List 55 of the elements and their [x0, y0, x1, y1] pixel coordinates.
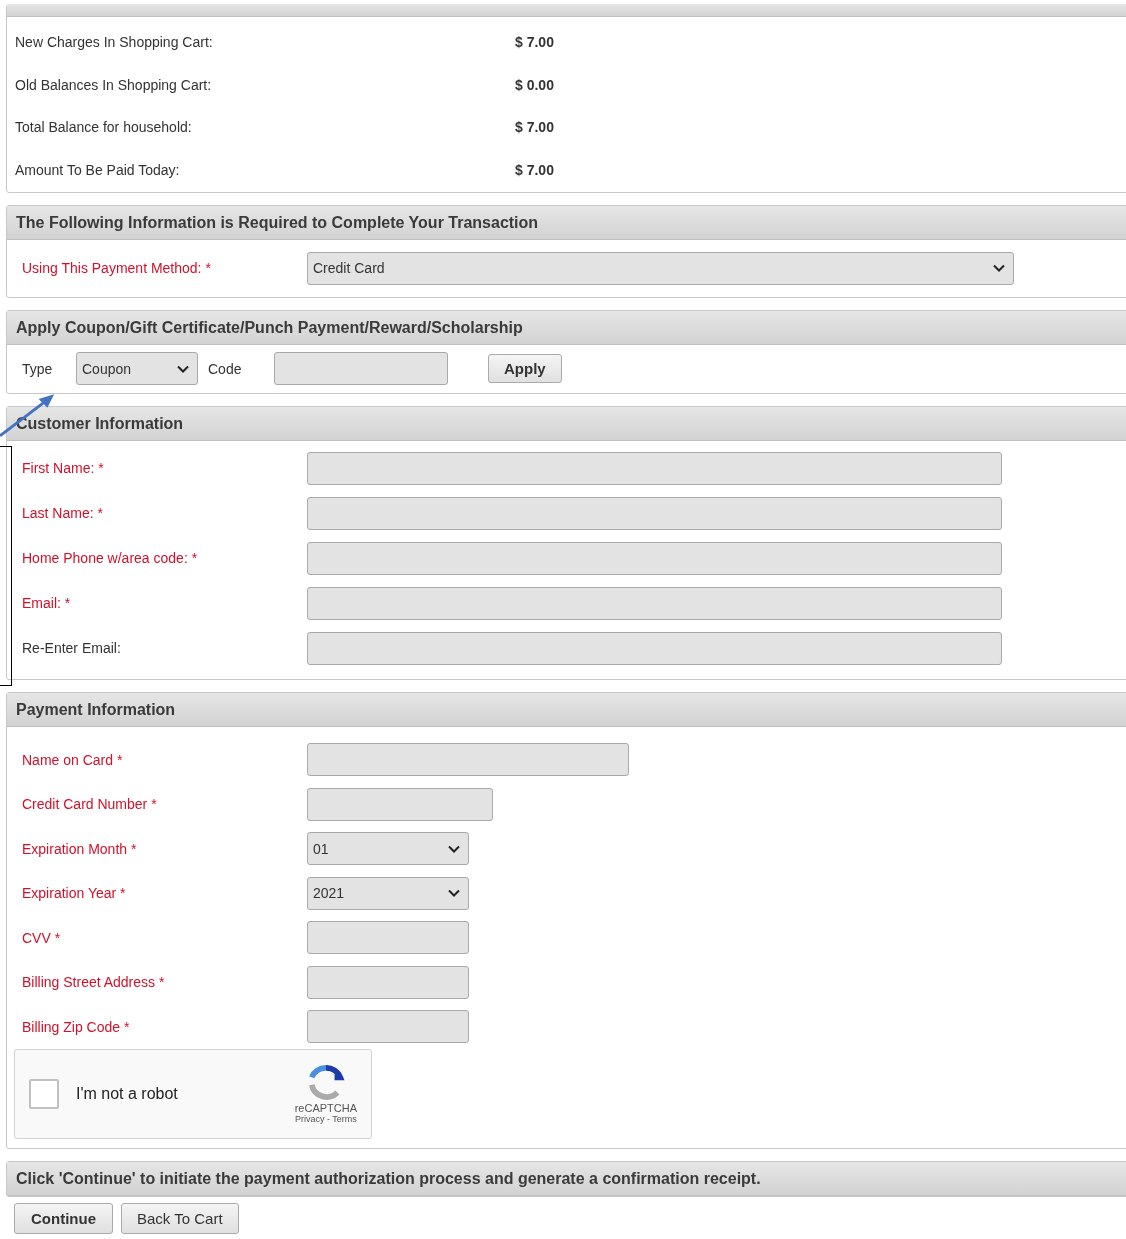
chevron-down-icon — [177, 364, 189, 373]
field-label: Name on Card * — [21, 751, 124, 768]
charge-amount: $ 7.00 — [515, 119, 554, 135]
text-input-field[interactable] — [307, 541, 1002, 575]
apply-button[interactable]: Apply — [488, 354, 562, 383]
text-input-field[interactable] — [307, 1010, 469, 1044]
field-label: Billing Street Address * — [21, 974, 166, 991]
select-field[interactable]: 2021 — [307, 876, 469, 910]
field-label: First Name: * — [21, 460, 105, 476]
charge-amount: $ 7.00 — [515, 34, 554, 50]
select-field[interactable]: 01 — [307, 832, 469, 866]
captcha-checkbox[interactable] — [29, 1079, 59, 1109]
text-input-field[interactable] — [307, 451, 1002, 485]
chevron-down-icon — [993, 264, 1005, 272]
field-label: CVV * — [21, 929, 62, 946]
charge-label: Old Balances In Shopping Cart: — [15, 76, 213, 93]
text-input-field[interactable] — [307, 743, 629, 777]
text-input-field[interactable] — [307, 496, 1002, 530]
type-label: Type — [21, 360, 54, 377]
privacy-terms-links[interactable]: Privacy - Terms — [294, 1114, 357, 1124]
section-header: Click 'Continue' to initiate the payment authorization process and generate a confirmation receipt. — [7, 1162, 1126, 1196]
field-label: Billing Zip Code * — [21, 1018, 131, 1035]
recaptcha-label: reCAPTCHA — [294, 1102, 357, 1114]
field-label: Last Name: * — [21, 505, 104, 521]
back-to-cart-button[interactable]: Back To Cart — [121, 1203, 239, 1234]
text-input-field[interactable] — [307, 965, 469, 999]
code-input-field[interactable] — [274, 352, 448, 385]
code-label: Code — [207, 360, 243, 377]
field-label: Re-Enter Email: — [21, 640, 122, 656]
field-label: Home Phone w/area code: * — [21, 550, 199, 566]
charge-label: Amount To Be Paid Today: — [15, 161, 181, 178]
section-header: Payment Information — [7, 692, 1126, 727]
continue-button[interactable]: Continue — [14, 1203, 113, 1234]
text-input-field[interactable] — [307, 787, 493, 821]
section-header: Customer Information — [7, 406, 1126, 441]
charge-amount: $ 7.00 — [515, 161, 554, 178]
text-input-field[interactable] — [307, 921, 469, 955]
payment-method-select[interactable]: Credit Card — [307, 251, 1014, 285]
charge-label: New Charges In Shopping Cart: — [15, 34, 214, 50]
text-input-field[interactable] — [307, 631, 1002, 665]
charge-amount: $ 0.00 — [515, 76, 554, 93]
field-label: Credit Card Number * — [21, 796, 158, 813]
field-label: Email: * — [21, 595, 72, 611]
field-label: Using This Payment Method: * — [21, 260, 212, 276]
coupon-type-select[interactable]: Coupon — [76, 352, 198, 385]
charge-label: Total Balance for household: — [15, 119, 193, 135]
text-input-field[interactable] — [307, 586, 1002, 620]
section-header: Apply Coupon/Gift Certificate/Punch Payment/Reward/Scholarship — [7, 310, 1126, 345]
recaptcha-logo-icon — [306, 1064, 345, 1102]
field-label: Expiration Month * — [21, 840, 138, 857]
chevron-down-icon — [448, 889, 460, 898]
section-header: The Following Information is Required to Complete Your Transaction — [7, 205, 1126, 240]
chevron-down-icon — [448, 844, 460, 853]
field-label: Expiration Year * — [21, 885, 127, 902]
captcha-label: I'm not a robot — [76, 1085, 178, 1103]
